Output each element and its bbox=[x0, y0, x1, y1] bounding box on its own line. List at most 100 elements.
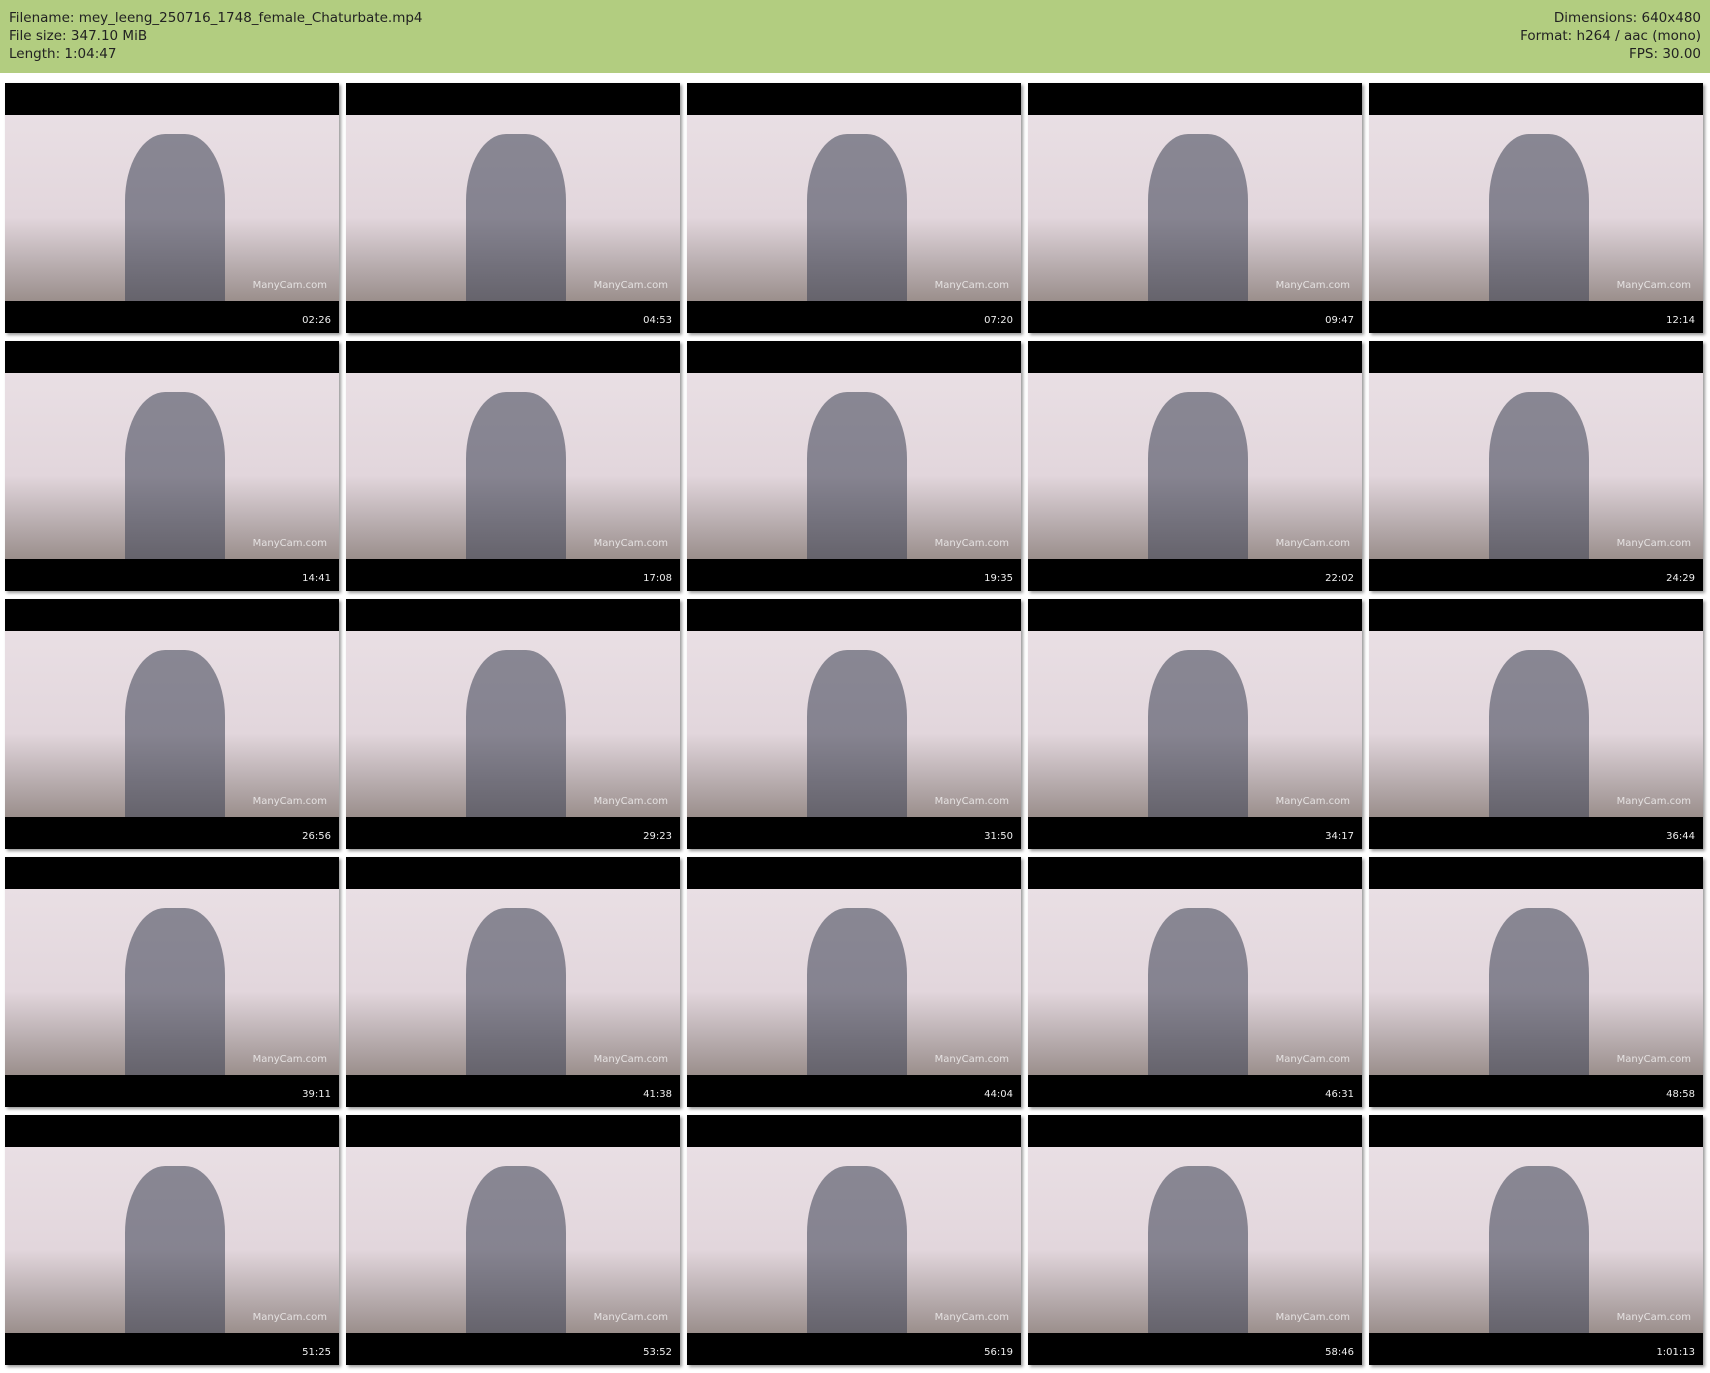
video-thumbnail[interactable]: ManyCam.com 36:44 bbox=[1369, 599, 1703, 849]
frame-subject bbox=[125, 649, 226, 817]
frame-image: ManyCam.com bbox=[5, 889, 339, 1075]
timestamp: 31:50 bbox=[984, 831, 1013, 842]
timestamp: 56:19 bbox=[984, 1347, 1013, 1358]
video-thumbnail[interactable]: ManyCam.com 26:56 bbox=[5, 599, 339, 849]
timestamp: 41:38 bbox=[643, 1089, 672, 1100]
video-thumbnail[interactable]: ManyCam.com 19:35 bbox=[687, 341, 1021, 591]
frame-subject bbox=[1148, 1165, 1249, 1333]
video-thumbnail[interactable]: ManyCam.com 04:53 bbox=[346, 83, 680, 333]
watermark: ManyCam.com bbox=[593, 796, 668, 807]
video-thumbnail[interactable]: ManyCam.com 46:31 bbox=[1028, 857, 1362, 1107]
frame-subject bbox=[125, 1165, 226, 1333]
watermark: ManyCam.com bbox=[593, 538, 668, 549]
frame-image: ManyCam.com bbox=[5, 631, 339, 817]
timestamp: 1:01:13 bbox=[1656, 1347, 1695, 1358]
timestamp: 48:58 bbox=[1666, 1089, 1695, 1100]
frame-image: ManyCam.com bbox=[5, 1147, 339, 1333]
frame-image: ManyCam.com bbox=[1369, 889, 1703, 1075]
frame-image: ManyCam.com bbox=[1369, 631, 1703, 817]
video-thumbnail[interactable]: ManyCam.com 58:46 bbox=[1028, 1115, 1362, 1365]
video-thumbnail[interactable]: ManyCam.com 48:58 bbox=[1369, 857, 1703, 1107]
format: Format: h264 / aac (mono) bbox=[1520, 28, 1701, 44]
file-info-right: Dimensions: 640x480 Format: h264 / aac (… bbox=[1520, 9, 1701, 63]
timestamp: 39:11 bbox=[302, 1089, 331, 1100]
video-thumbnail[interactable]: ManyCam.com 31:50 bbox=[687, 599, 1021, 849]
watermark: ManyCam.com bbox=[934, 1312, 1009, 1323]
timestamp: 29:23 bbox=[643, 831, 672, 842]
frame-subject bbox=[1148, 649, 1249, 817]
watermark: ManyCam.com bbox=[252, 1312, 327, 1323]
frame-subject bbox=[466, 1165, 567, 1333]
frame-image: ManyCam.com bbox=[346, 631, 680, 817]
video-thumbnail[interactable]: ManyCam.com 41:38 bbox=[346, 857, 680, 1107]
watermark: ManyCam.com bbox=[1616, 1054, 1691, 1065]
frame-image: ManyCam.com bbox=[1028, 889, 1362, 1075]
watermark: ManyCam.com bbox=[593, 1312, 668, 1323]
frame-subject bbox=[466, 391, 567, 559]
frame-subject bbox=[1489, 1165, 1590, 1333]
frame-image: ManyCam.com bbox=[5, 115, 339, 301]
watermark: ManyCam.com bbox=[1275, 796, 1350, 807]
frame-image: ManyCam.com bbox=[5, 373, 339, 559]
timestamp: 58:46 bbox=[1325, 1347, 1354, 1358]
timestamp: 09:47 bbox=[1325, 315, 1354, 326]
frame-subject bbox=[807, 907, 908, 1075]
video-thumbnail[interactable]: ManyCam.com 39:11 bbox=[5, 857, 339, 1107]
timestamp: 46:31 bbox=[1325, 1089, 1354, 1100]
frame-image: ManyCam.com bbox=[687, 631, 1021, 817]
frame-subject bbox=[807, 391, 908, 559]
frame-image: ManyCam.com bbox=[1028, 631, 1362, 817]
filename: Filename: mey_leeng_250716_1748_female_C… bbox=[9, 10, 423, 26]
video-thumbnail[interactable]: ManyCam.com 34:17 bbox=[1028, 599, 1362, 849]
video-thumbnail[interactable]: ManyCam.com 29:23 bbox=[346, 599, 680, 849]
watermark: ManyCam.com bbox=[593, 1054, 668, 1065]
video-thumbnail[interactable]: ManyCam.com 1:01:13 bbox=[1369, 1115, 1703, 1365]
video-thumbnail[interactable]: ManyCam.com 17:08 bbox=[346, 341, 680, 591]
frame-subject bbox=[125, 133, 226, 301]
timestamp: 14:41 bbox=[302, 573, 331, 584]
frame-subject bbox=[1148, 391, 1249, 559]
timestamp: 04:53 bbox=[643, 315, 672, 326]
watermark: ManyCam.com bbox=[934, 538, 1009, 549]
timestamp: 07:20 bbox=[984, 315, 1013, 326]
timestamp: 12:14 bbox=[1666, 315, 1695, 326]
frame-subject bbox=[125, 391, 226, 559]
watermark: ManyCam.com bbox=[593, 280, 668, 291]
file-info-left: Filename: mey_leeng_250716_1748_female_C… bbox=[9, 9, 423, 63]
frame-image: ManyCam.com bbox=[1369, 1147, 1703, 1333]
frame-image: ManyCam.com bbox=[346, 889, 680, 1075]
length: Length: 1:04:47 bbox=[9, 46, 117, 62]
dimensions: Dimensions: 640x480 bbox=[1553, 10, 1701, 26]
frame-image: ManyCam.com bbox=[1028, 115, 1362, 301]
frame-subject bbox=[807, 1165, 908, 1333]
video-thumbnail[interactable]: ManyCam.com 14:41 bbox=[5, 341, 339, 591]
video-thumbnail[interactable]: ManyCam.com 07:20 bbox=[687, 83, 1021, 333]
video-thumbnail[interactable]: ManyCam.com 53:52 bbox=[346, 1115, 680, 1365]
watermark: ManyCam.com bbox=[1275, 280, 1350, 291]
video-thumbnail[interactable]: ManyCam.com 12:14 bbox=[1369, 83, 1703, 333]
video-thumbnail[interactable]: ManyCam.com 24:29 bbox=[1369, 341, 1703, 591]
video-thumbnail[interactable]: ManyCam.com 56:19 bbox=[687, 1115, 1021, 1365]
video-thumbnail[interactable]: ManyCam.com 44:04 bbox=[687, 857, 1021, 1107]
frame-subject bbox=[807, 133, 908, 301]
watermark: ManyCam.com bbox=[934, 1054, 1009, 1065]
watermark: ManyCam.com bbox=[252, 796, 327, 807]
video-thumbnail[interactable]: ManyCam.com 02:26 bbox=[5, 83, 339, 333]
video-thumbnail[interactable]: ManyCam.com 22:02 bbox=[1028, 341, 1362, 591]
watermark: ManyCam.com bbox=[252, 538, 327, 549]
frame-image: ManyCam.com bbox=[346, 373, 680, 559]
timestamp: 51:25 bbox=[302, 1347, 331, 1358]
timestamp: 53:52 bbox=[643, 1347, 672, 1358]
timestamp: 24:29 bbox=[1666, 573, 1695, 584]
watermark: ManyCam.com bbox=[1275, 1054, 1350, 1065]
timestamp: 02:26 bbox=[302, 315, 331, 326]
file-size: File size: 347.10 MiB bbox=[9, 28, 148, 44]
video-thumbnail[interactable]: ManyCam.com 09:47 bbox=[1028, 83, 1362, 333]
frame-subject bbox=[807, 649, 908, 817]
frame-image: ManyCam.com bbox=[346, 1147, 680, 1333]
watermark: ManyCam.com bbox=[934, 796, 1009, 807]
frame-image: ManyCam.com bbox=[687, 889, 1021, 1075]
watermark: ManyCam.com bbox=[1616, 796, 1691, 807]
video-thumbnail[interactable]: ManyCam.com 51:25 bbox=[5, 1115, 339, 1365]
watermark: ManyCam.com bbox=[1616, 1312, 1691, 1323]
